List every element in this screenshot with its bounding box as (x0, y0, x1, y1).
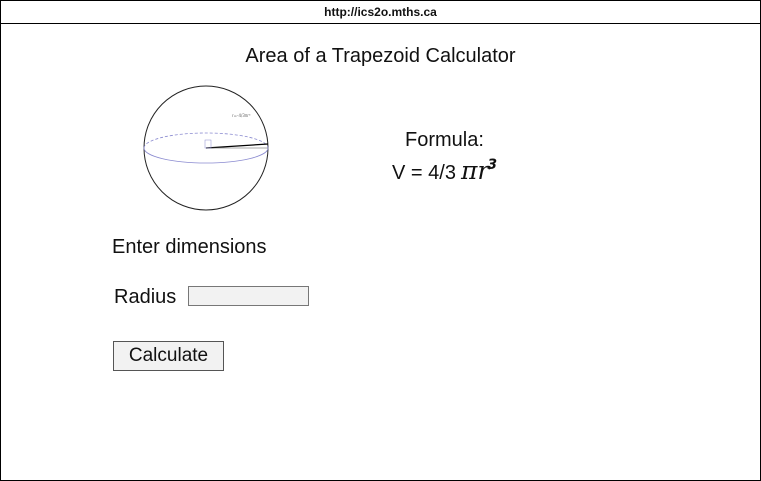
formula-expression: V = 4/3 πr3 (392, 156, 497, 185)
formula-exponent: 3 (487, 157, 498, 173)
calculate-button[interactable]: Calculate (113, 341, 224, 371)
formula-prefix: V = 4/3 (392, 162, 456, 184)
url-text: http://ics2o.mths.ca (324, 5, 437, 19)
enter-dimensions-heading: Enter dimensions (112, 236, 267, 258)
formula-label: Formula: (405, 129, 484, 151)
radius-label: Radius (114, 286, 177, 308)
browser-frame: http://ics2o.mths.ca Area of a Trapezoid… (0, 0, 761, 481)
address-bar[interactable]: http://ics2o.mths.ca (1, 1, 760, 24)
radius-input[interactable] (188, 286, 309, 306)
page-title: Area of a Trapezoid Calculator (245, 45, 516, 67)
sphere-annotation: r=-4/3πr³ (232, 113, 251, 118)
sphere-diagram: r=-4/3πr³ (143, 85, 269, 211)
pi-r-text: πr (460, 156, 490, 185)
formula-pi-r: πr3 (461, 156, 497, 185)
